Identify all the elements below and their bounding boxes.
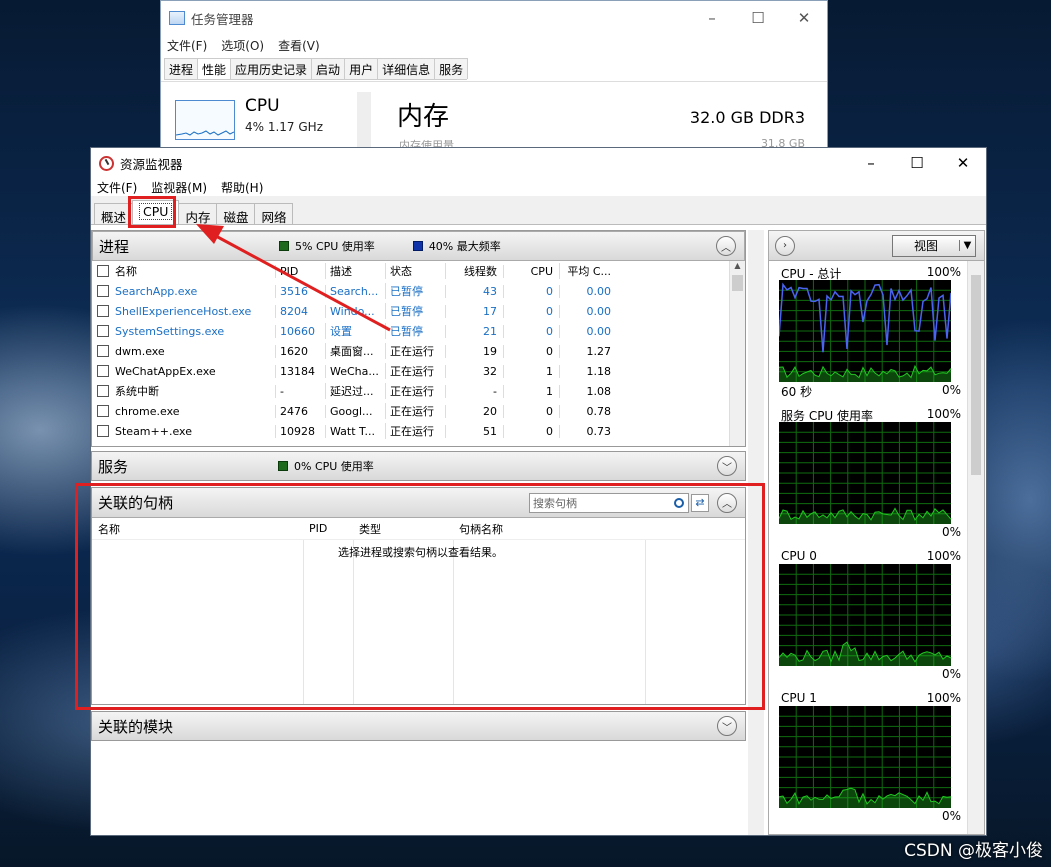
annotation-arrow <box>196 224 391 332</box>
watermark: CSDN @极客小俊 <box>904 841 1043 861</box>
